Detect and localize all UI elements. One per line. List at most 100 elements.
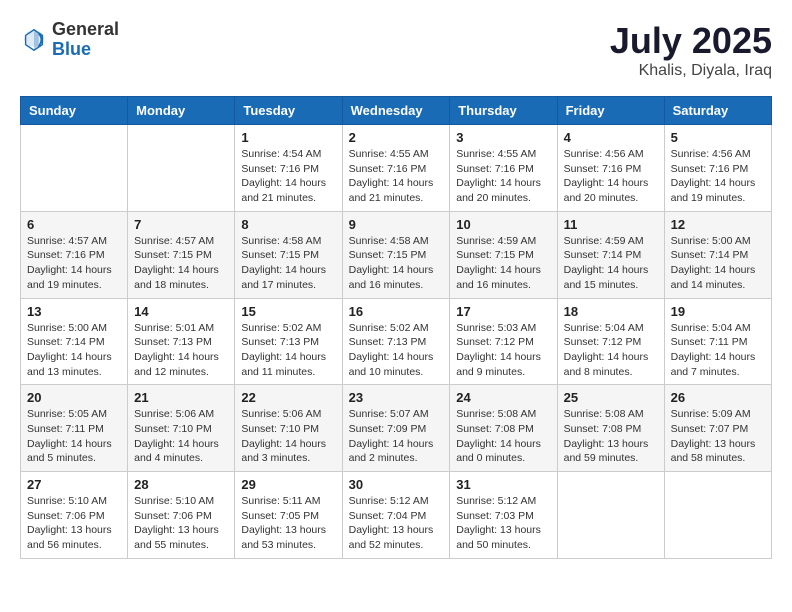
day-number: 21: [134, 390, 228, 405]
header-day: Wednesday: [342, 97, 450, 125]
calendar-cell: 23 Sunrise: 5:07 AM Sunset: 7:09 PM Dayli…: [342, 385, 450, 472]
header-day: Friday: [557, 97, 664, 125]
calendar-cell: 12Sunrise: 5:00 AM Sunset: 7:14 PM Dayli…: [664, 211, 771, 298]
cell-content: Sunrise: 4:55 AM Sunset: 7:16 PM Dayligh…: [349, 147, 444, 206]
cell-content: Sunrise: 5:09 AM Sunset: 7:07 PM Dayligh…: [671, 407, 765, 466]
calendar-cell: 11Sunrise: 4:59 AM Sunset: 7:14 PM Dayli…: [557, 211, 664, 298]
header-day: Saturday: [664, 97, 771, 125]
calendar-cell: [664, 472, 771, 559]
day-number: 18: [564, 304, 658, 319]
day-number: 22: [241, 390, 335, 405]
cell-content: Sunrise: 5:02 AM Sunset: 7:13 PM Dayligh…: [349, 321, 444, 380]
cell-content: Sunrise: 4:56 AM Sunset: 7:16 PM Dayligh…: [564, 147, 658, 206]
title-location: Khalis, Diyala, Iraq: [610, 62, 772, 80]
calendar-cell: 25 Sunrise: 5:08 AM Sunset: 7:08 PM Dayli…: [557, 385, 664, 472]
day-number: 14: [134, 304, 228, 319]
logo-icon: [20, 26, 48, 54]
cell-content: Sunrise: 5:04 AM Sunset: 7:12 PM Dayligh…: [564, 321, 658, 380]
cell-content: Sunrise: 4:55 AM Sunset: 7:16 PM Dayligh…: [456, 147, 550, 206]
cell-content: Sunrise: 4:57 AM Sunset: 7:15 PM Dayligh…: [134, 234, 228, 293]
cell-content: Sunrise: 4:58 AM Sunset: 7:15 PM Dayligh…: [241, 234, 335, 293]
day-number: 4: [564, 130, 658, 145]
calendar-cell: 13 Sunrise: 5:00 AM Sunset: 7:14 PM Dayli…: [21, 298, 128, 385]
cell-content: Sunrise: 5:01 AM Sunset: 7:13 PM Dayligh…: [134, 321, 228, 380]
cell-content: Sunrise: 5:10 AM Sunset: 7:06 PM Dayligh…: [27, 494, 121, 553]
calendar-cell: 31 Sunrise: 5:12 AM Sunset: 7:03 PM Dayli…: [450, 472, 557, 559]
calendar-cell: 19Sunrise: 5:04 AM Sunset: 7:11 PM Dayli…: [664, 298, 771, 385]
cell-content: Sunrise: 5:06 AM Sunset: 7:10 PM Dayligh…: [241, 407, 335, 466]
cell-content: Sunrise: 4:58 AM Sunset: 7:15 PM Dayligh…: [349, 234, 444, 293]
cell-content: Sunrise: 5:12 AM Sunset: 7:04 PM Dayligh…: [349, 494, 444, 553]
cell-content: Sunrise: 4:56 AM Sunset: 7:16 PM Dayligh…: [671, 147, 765, 206]
cell-content: Sunrise: 4:59 AM Sunset: 7:15 PM Dayligh…: [456, 234, 550, 293]
cell-content: Sunrise: 4:59 AM Sunset: 7:14 PM Dayligh…: [564, 234, 658, 293]
cell-content: Sunrise: 5:12 AM Sunset: 7:03 PM Dayligh…: [456, 494, 550, 553]
calendar-cell: 26 Sunrise: 5:09 AM Sunset: 7:07 PM Dayli…: [664, 385, 771, 472]
calendar-cell: 29 Sunrise: 5:11 AM Sunset: 7:05 PM Dayli…: [235, 472, 342, 559]
calendar-cell: 10 Sunrise: 4:59 AM Sunset: 7:15 PM Dayli…: [450, 211, 557, 298]
calendar-cell: 30 Sunrise: 5:12 AM Sunset: 7:04 PM Dayli…: [342, 472, 450, 559]
title-block: July 2025 Khalis, Diyala, Iraq: [610, 20, 772, 80]
day-number: 13: [27, 304, 121, 319]
calendar-cell: 16Sunrise: 5:02 AM Sunset: 7:13 PM Dayli…: [342, 298, 450, 385]
day-number: 15: [241, 304, 335, 319]
day-number: 29: [241, 477, 335, 492]
calendar-week-row: 20Sunrise: 5:05 AM Sunset: 7:11 PM Dayli…: [21, 385, 772, 472]
logo: General Blue: [20, 20, 119, 60]
day-number: 8: [241, 217, 335, 232]
page-header: General Blue July 2025 Khalis, Diyala, I…: [20, 20, 772, 80]
header-day: Monday: [128, 97, 235, 125]
cell-content: Sunrise: 5:06 AM Sunset: 7:10 PM Dayligh…: [134, 407, 228, 466]
calendar-table: SundayMondayTuesdayWednesdayThursdayFrid…: [20, 96, 772, 559]
day-number: 24: [456, 390, 550, 405]
day-number: 25: [564, 390, 658, 405]
calendar-cell: 17Sunrise: 5:03 AM Sunset: 7:12 PM Dayli…: [450, 298, 557, 385]
calendar-week-row: 27 Sunrise: 5:10 AM Sunset: 7:06 PM Dayli…: [21, 472, 772, 559]
calendar-cell: 15Sunrise: 5:02 AM Sunset: 7:13 PM Dayli…: [235, 298, 342, 385]
calendar-cell: 22 Sunrise: 5:06 AM Sunset: 7:10 PM Dayli…: [235, 385, 342, 472]
header-row: SundayMondayTuesdayWednesdayThursdayFrid…: [21, 97, 772, 125]
logo-general: General: [52, 20, 119, 40]
calendar-week-row: 13 Sunrise: 5:00 AM Sunset: 7:14 PM Dayli…: [21, 298, 772, 385]
day-number: 2: [349, 130, 444, 145]
day-number: 19: [671, 304, 765, 319]
day-number: 23: [349, 390, 444, 405]
calendar-cell: 7 Sunrise: 4:57 AM Sunset: 7:15 PM Daylig…: [128, 211, 235, 298]
day-number: 12: [671, 217, 765, 232]
calendar-cell: 27 Sunrise: 5:10 AM Sunset: 7:06 PM Dayli…: [21, 472, 128, 559]
calendar-cell: 4 Sunrise: 4:56 AM Sunset: 7:16 PM Daylig…: [557, 125, 664, 212]
calendar-cell: 21 Sunrise: 5:06 AM Sunset: 7:10 PM Dayli…: [128, 385, 235, 472]
title-month: July 2025: [610, 20, 772, 62]
day-number: 17: [456, 304, 550, 319]
header-day: Sunday: [21, 97, 128, 125]
calendar-cell: [21, 125, 128, 212]
day-number: 27: [27, 477, 121, 492]
calendar-cell: [557, 472, 664, 559]
day-number: 7: [134, 217, 228, 232]
cell-content: Sunrise: 5:11 AM Sunset: 7:05 PM Dayligh…: [241, 494, 335, 553]
cell-content: Sunrise: 5:08 AM Sunset: 7:08 PM Dayligh…: [456, 407, 550, 466]
day-number: 6: [27, 217, 121, 232]
logo-blue: Blue: [52, 40, 119, 60]
day-number: 31: [456, 477, 550, 492]
day-number: 5: [671, 130, 765, 145]
calendar-week-row: 1Sunrise: 4:54 AM Sunset: 7:16 PM Daylig…: [21, 125, 772, 212]
cell-content: Sunrise: 5:00 AM Sunset: 7:14 PM Dayligh…: [27, 321, 121, 380]
day-number: 3: [456, 130, 550, 145]
cell-content: Sunrise: 4:57 AM Sunset: 7:16 PM Dayligh…: [27, 234, 121, 293]
cell-content: Sunrise: 5:08 AM Sunset: 7:08 PM Dayligh…: [564, 407, 658, 466]
day-number: 30: [349, 477, 444, 492]
calendar-cell: 9 Sunrise: 4:58 AM Sunset: 7:15 PM Daylig…: [342, 211, 450, 298]
day-number: 26: [671, 390, 765, 405]
cell-content: Sunrise: 5:10 AM Sunset: 7:06 PM Dayligh…: [134, 494, 228, 553]
calendar-cell: [128, 125, 235, 212]
calendar-cell: 24 Sunrise: 5:08 AM Sunset: 7:08 PM Dayli…: [450, 385, 557, 472]
calendar-cell: 18 Sunrise: 5:04 AM Sunset: 7:12 PM Dayli…: [557, 298, 664, 385]
cell-content: Sunrise: 5:07 AM Sunset: 7:09 PM Dayligh…: [349, 407, 444, 466]
cell-content: Sunrise: 4:54 AM Sunset: 7:16 PM Dayligh…: [241, 147, 335, 206]
calendar-cell: 28 Sunrise: 5:10 AM Sunset: 7:06 PM Dayli…: [128, 472, 235, 559]
day-number: 28: [134, 477, 228, 492]
day-number: 10: [456, 217, 550, 232]
day-number: 20: [27, 390, 121, 405]
day-number: 9: [349, 217, 444, 232]
